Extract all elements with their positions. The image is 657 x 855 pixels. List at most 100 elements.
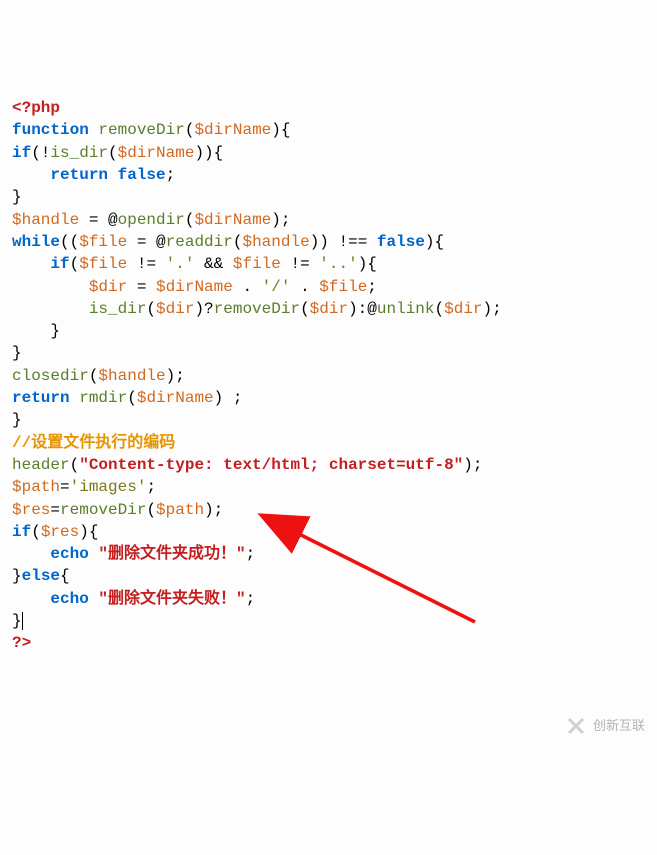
code-token: $dir (310, 300, 348, 318)
text-cursor (22, 612, 23, 630)
code-token: removeDir (98, 121, 184, 139)
code-token: $handle (12, 211, 79, 229)
code-token: "Content-type: text/html; charset=utf-8" (79, 456, 463, 474)
code-token: $dir (444, 300, 482, 318)
code-token: '..' (319, 255, 357, 273)
code-token: ) ; (214, 389, 243, 407)
code-token: ){ (79, 523, 98, 541)
code-line: if($file != '.' && $file != '..'){ (12, 253, 645, 275)
code-token: $dirName (118, 144, 195, 162)
code-line: }else{ (12, 565, 645, 587)
code-line: } (12, 409, 645, 431)
code-token: } (12, 344, 22, 362)
code-line: return false; (12, 164, 645, 186)
code-token: ; (146, 478, 156, 496)
code-token: is_dir (50, 144, 108, 162)
code-token: $dirName (156, 278, 233, 296)
code-token: } (12, 188, 22, 206)
code-token: = @ (79, 211, 117, 229)
code-token: $file (79, 233, 127, 251)
code-token: while (12, 233, 60, 251)
code-token: ); (166, 367, 185, 385)
code-token: function (12, 121, 89, 139)
code-token: = @ (127, 233, 165, 251)
code-token: opendir (118, 211, 185, 229)
code-token: ; (246, 590, 256, 608)
code-line: //设置文件执行的编码 (12, 432, 645, 454)
code-token: '/' (262, 278, 291, 296)
code-token: rmdir (79, 389, 127, 407)
code-token: )? (194, 300, 213, 318)
code-token: ); (483, 300, 502, 318)
code-block: <?phpfunction removeDir($dirName){if(!is… (12, 97, 645, 654)
watermark: 创新互联 (565, 715, 645, 737)
code-line: <?php (12, 97, 645, 119)
code-token: )) !== (310, 233, 377, 251)
code-token: closedir (12, 367, 89, 385)
code-token: readdir (166, 233, 233, 251)
code-token (89, 590, 99, 608)
code-token: $handle (98, 367, 165, 385)
code-token: } (12, 411, 22, 429)
logo-cx-icon (565, 715, 587, 737)
code-line: $handle = @opendir($dirName); (12, 209, 645, 231)
code-token: if (12, 144, 31, 162)
code-token: (! (31, 144, 50, 162)
code-token: ); (204, 501, 223, 519)
code-token: = (60, 478, 70, 496)
code-token: ( (70, 456, 80, 474)
code-token (12, 590, 50, 608)
code-token: (( (60, 233, 79, 251)
code-token: ( (108, 144, 118, 162)
code-token: if (12, 523, 31, 541)
code-token: } (12, 612, 22, 630)
code-token: "删除文件夹失败！" (98, 590, 245, 608)
code-token: removeDir (60, 501, 146, 519)
code-token: ( (185, 211, 195, 229)
code-token: <?php (12, 99, 60, 117)
code-line: is_dir($dir)?removeDir($dir):@unlink($di… (12, 298, 645, 320)
code-token (12, 545, 50, 563)
code-token: $dir (156, 300, 194, 318)
code-token: $file (79, 255, 127, 273)
code-token: } (12, 322, 60, 340)
code-token: return (50, 166, 108, 184)
code-token: && (194, 255, 232, 273)
code-token: ( (70, 255, 80, 273)
code-line: } (12, 320, 645, 342)
code-token: ; (246, 545, 256, 563)
code-token: ):@ (348, 300, 377, 318)
code-token: ( (31, 523, 41, 541)
code-token: $dirName (194, 121, 271, 139)
code-token: is_dir (89, 300, 147, 318)
code-line: while(($file = @readdir($handle)) !== fa… (12, 231, 645, 253)
code-token: false (377, 233, 425, 251)
code-token: 'images' (70, 478, 147, 496)
code-token: $file (319, 278, 367, 296)
code-token: ); (463, 456, 482, 474)
code-token: unlink (377, 300, 435, 318)
code-token (12, 166, 50, 184)
code-token: $file (233, 255, 281, 273)
code-token: ; (367, 278, 377, 296)
code-line: echo "删除文件夹成功！"; (12, 543, 645, 565)
code-token: removeDir (214, 300, 300, 318)
code-line: closedir($handle); (12, 365, 645, 387)
code-token: = (127, 278, 156, 296)
code-token: echo (50, 590, 88, 608)
code-token: )){ (194, 144, 223, 162)
code-token: $res (41, 523, 79, 541)
code-token (12, 255, 50, 273)
code-token: $dirName (194, 211, 271, 229)
code-line: ?> (12, 632, 645, 654)
code-token: ?> (12, 634, 31, 652)
code-token: else (22, 567, 60, 585)
code-line: } (12, 610, 645, 632)
code-token: { (60, 567, 70, 585)
code-line: $path='images'; (12, 476, 645, 498)
code-token (12, 300, 89, 318)
code-token: ); (271, 211, 290, 229)
code-token: $handle (242, 233, 309, 251)
code-line: return rmdir($dirName) ; (12, 387, 645, 409)
code-token: return (12, 389, 70, 407)
